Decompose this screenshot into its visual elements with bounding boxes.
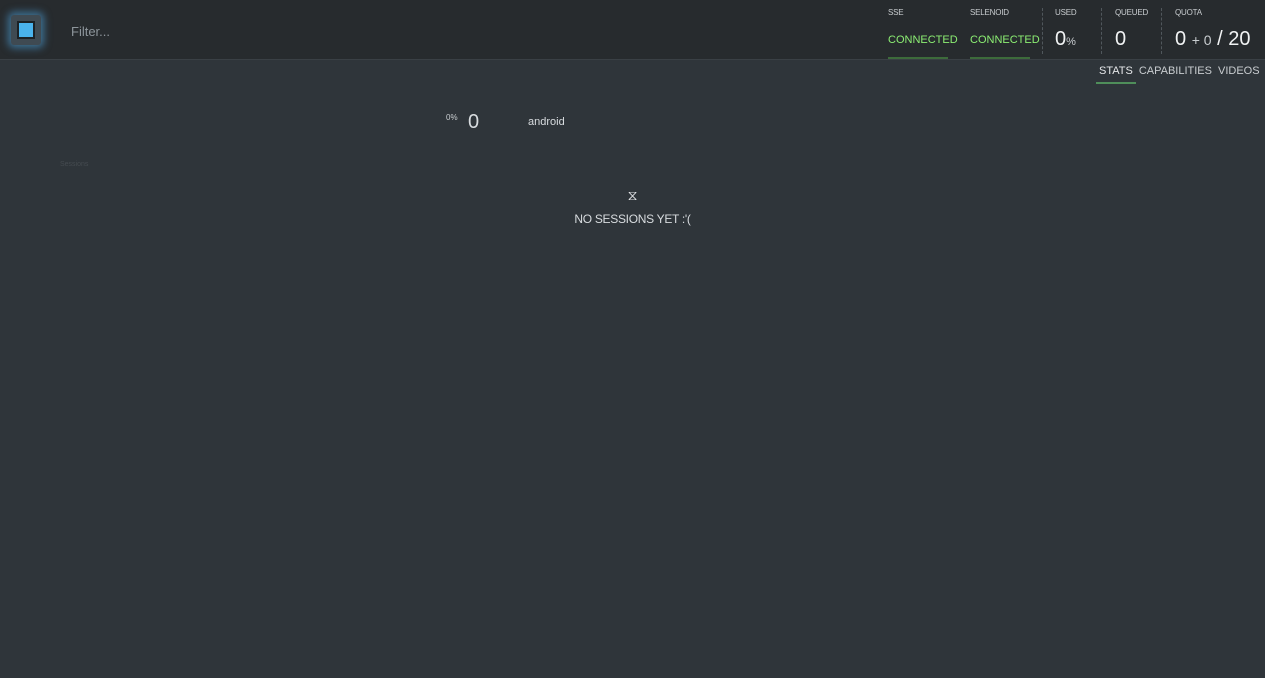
- sse-status: SSE CONNECTED: [888, 0, 958, 60]
- used-label: USED: [1055, 8, 1077, 17]
- used-unit: %: [1066, 36, 1076, 48]
- used-number: 0: [1055, 28, 1067, 50]
- filter-input[interactable]: [62, 18, 362, 44]
- divider: [1161, 8, 1162, 54]
- quota-value: 0 + 0 / 20: [1175, 28, 1250, 51]
- tab-capabilities[interactable]: CAPABILITIES: [1136, 64, 1215, 84]
- sse-status-value: CONNECTED: [888, 34, 958, 46]
- browser-count: 0: [468, 111, 480, 133]
- tab-stats[interactable]: STATS: [1096, 64, 1136, 84]
- tab-videos[interactable]: VIDEOS: [1215, 64, 1263, 84]
- selenoid-status-indicator: [970, 57, 1030, 59]
- quota-stat: QUOTA 0 + 0 / 20: [1175, 0, 1263, 60]
- quota-total: / 20: [1217, 28, 1251, 50]
- empty-state: ⧖ NO SESSIONS YET :'(: [0, 186, 1265, 226]
- used-stat: USED 0%: [1055, 0, 1095, 60]
- queued-value: 0: [1115, 28, 1127, 50]
- queued-label: QUEUED: [1115, 8, 1149, 17]
- hourglass-icon: ⧖: [627, 187, 638, 203]
- selenoid-label: SELENOID: [970, 8, 1009, 17]
- sse-status-indicator: [888, 57, 948, 59]
- browser-percent: 0%: [446, 113, 458, 122]
- logo-square: [17, 21, 35, 39]
- divider: [1101, 8, 1102, 54]
- browser-name: android: [528, 116, 565, 128]
- quota-queued: + 0: [1191, 32, 1212, 48]
- selenoid-status-value: CONNECTED: [970, 34, 1040, 46]
- view-tabs: STATS CAPABILITIES VIDEOS: [1096, 64, 1263, 84]
- selenoid-status: SELENOID CONNECTED: [970, 0, 1040, 60]
- quota-used: 0: [1175, 28, 1187, 50]
- quota-label: QUOTA: [1175, 8, 1202, 17]
- selenoid-logo-icon[interactable]: [11, 15, 41, 45]
- queued-stat: QUEUED 0: [1115, 0, 1155, 60]
- divider: [1042, 8, 1043, 54]
- used-value: 0%: [1055, 28, 1076, 51]
- empty-state-message: NO SESSIONS YET :'(: [574, 212, 691, 226]
- top-bar: SSE CONNECTED SELENOID CONNECTED USED 0%…: [0, 0, 1265, 60]
- sse-label: SSE: [888, 8, 904, 17]
- sessions-label: Sessions: [60, 161, 89, 168]
